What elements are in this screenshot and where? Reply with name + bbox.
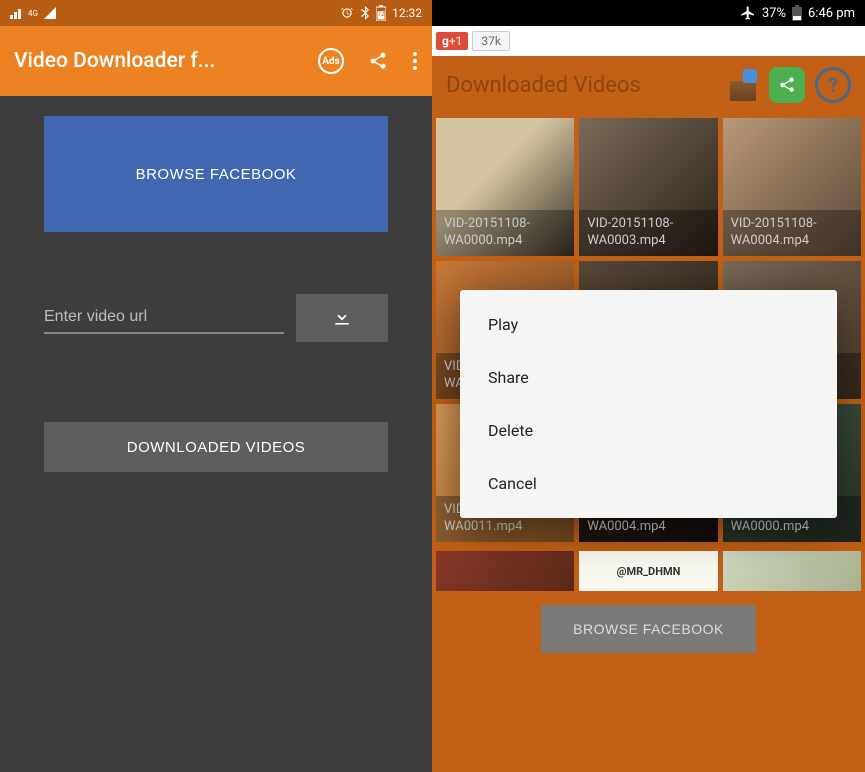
download-button[interactable]	[296, 294, 388, 342]
google-plus-row: g+1 37k	[432, 26, 865, 56]
dialog-share[interactable]: Share	[460, 351, 837, 404]
video-item[interactable]	[723, 551, 861, 591]
handle-label: @MR_DHMN	[617, 565, 681, 578]
video-label: VID-20151108-WA0000.mp4	[436, 210, 574, 256]
page-title: Downloaded Videos	[446, 73, 641, 98]
video-item[interactable]: VID-20151108-WA0004.mp4	[723, 118, 861, 256]
main-content: BROWSE FACEBOOK DOWNLOADED VIDEOS	[0, 96, 432, 472]
status-bar: 4G 72 12:32	[0, 0, 432, 26]
apps-toolbox-icon[interactable]	[727, 69, 759, 101]
google-plus-button[interactable]: g+1	[436, 32, 468, 50]
url-input-row	[44, 294, 388, 342]
ads-badge-icon[interactable]: Ads	[318, 48, 344, 74]
video-label: VID-20151108-WA0003.mp4	[579, 210, 717, 256]
dialog-delete[interactable]: Delete	[460, 404, 837, 457]
browse-facebook-button[interactable]: BROWSE FACEBOOK	[541, 605, 756, 653]
right-screen: 37% 6:46 pm g+1 37k Downloaded Videos	[432, 0, 865, 772]
battery-pct-label: 37%	[762, 6, 786, 21]
app-bar: Video Downloader f... Ads	[0, 26, 432, 96]
left-screen: 4G 72 12:32 Video Downloader f...	[0, 0, 432, 772]
dialog-play[interactable]: Play	[460, 298, 837, 351]
video-item[interactable]: @MR_DHMN	[579, 551, 717, 591]
google-plus-count: 37k	[472, 31, 510, 51]
video-grid-row-partial: @MR_DHMN	[432, 551, 865, 591]
video-item[interactable]: VID-20151108-WA0000.mp4	[436, 118, 574, 256]
time-label: 6:46 pm	[808, 6, 855, 21]
network-label: 4G	[28, 9, 38, 18]
share-button[interactable]	[769, 67, 805, 103]
share-icon	[778, 76, 796, 94]
overflow-menu-icon[interactable]	[412, 51, 418, 71]
app-title: Video Downloader f...	[14, 49, 215, 73]
browse-facebook-button[interactable]: BROWSE FACEBOOK	[44, 116, 388, 232]
airplane-icon	[740, 5, 756, 21]
app-bar: Downloaded Videos ?	[432, 56, 865, 114]
video-item[interactable]: VID-20151108-WA0003.mp4	[579, 118, 717, 256]
signal-icon	[10, 7, 24, 19]
context-menu-dialog: Play Share Delete Cancel	[460, 290, 837, 518]
downloaded-videos-button[interactable]: DOWNLOADED VIDEOS	[44, 422, 388, 472]
help-button[interactable]: ?	[815, 67, 851, 103]
video-url-input[interactable]	[44, 302, 284, 334]
time-label: 12:32	[392, 6, 422, 20]
dialog-cancel[interactable]: Cancel	[460, 457, 837, 510]
alarm-icon	[340, 6, 354, 20]
download-icon	[332, 308, 352, 328]
signal-bars-icon	[44, 7, 56, 19]
bluetooth-icon	[360, 6, 370, 20]
gplus-plus-one: +1	[449, 34, 463, 48]
battery-icon	[792, 5, 802, 21]
video-item[interactable]	[436, 551, 574, 591]
battery-icon: 72	[376, 5, 386, 21]
svg-text:72: 72	[378, 11, 385, 18]
share-icon[interactable]	[368, 51, 388, 71]
status-bar: 37% 6:46 pm	[432, 0, 865, 26]
video-label: VID-20151108-WA0004.mp4	[723, 210, 861, 256]
